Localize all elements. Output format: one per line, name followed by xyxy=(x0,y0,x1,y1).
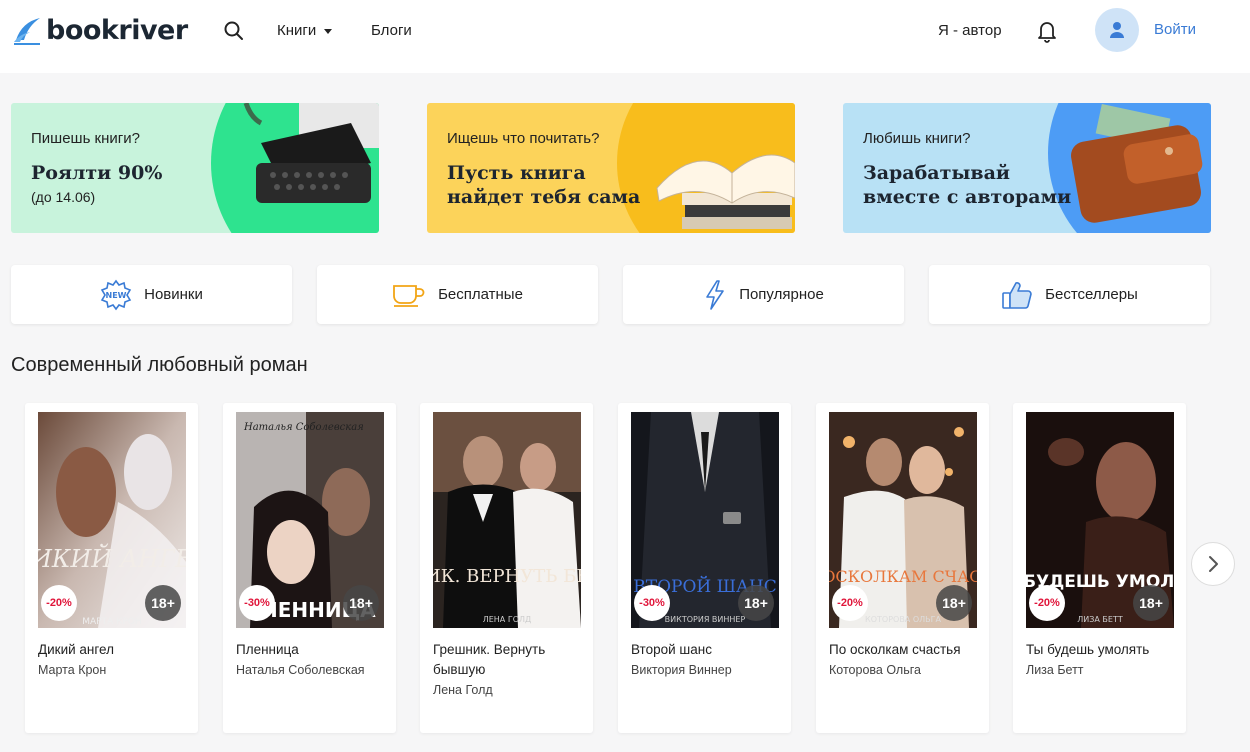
cover-author: Наталья Соболевская xyxy=(243,422,364,433)
discount-badge: -20% xyxy=(41,585,77,621)
banner-recommend-title-line1: Пусть книга xyxy=(447,162,586,184)
age-rating-badge: 18+ xyxy=(1133,585,1169,621)
banner-recommend-title: Пусть книга найдет тебя сама xyxy=(447,161,640,209)
cover-author: МАРТА КРОН xyxy=(82,617,142,627)
cover-author: ВИКТОРИЯ ВИННЕР xyxy=(665,615,746,624)
book-author[interactable]: Лена Голд xyxy=(433,683,493,697)
chevron-down-icon xyxy=(324,29,333,34)
logo-text: bookriver xyxy=(46,14,188,46)
book-cover[interactable]: ТЫ БУДЕШЬ УМОЛЯТЬ ЛИЗА БЕТТ -20% 18+ xyxy=(1026,412,1174,628)
banner-earn-title: Зарабатывай вместе с авторами xyxy=(863,161,1071,209)
carousel-next-button[interactable] xyxy=(1191,542,1235,586)
book-card[interactable]: ГРЕШНИК. ВЕРНУТЬ БЫВШУЮ ЛЕНА ГОЛД Грешни… xyxy=(420,403,593,733)
bell-icon[interactable] xyxy=(1036,19,1058,43)
age-rating-badge: 18+ xyxy=(738,585,774,621)
cover-author: КОТОРОВА ОЛЬГА xyxy=(865,615,941,624)
book-card[interactable]: ДИКИЙ АНГЕЛ МАРТА КРОН -20% 18+ Дикий ан… xyxy=(25,403,198,733)
top-header: bookriver Книги Блоги Я - автор Войти xyxy=(0,0,1250,73)
age-rating-badge: 18+ xyxy=(343,585,379,621)
new-badge-icon: NEW xyxy=(100,279,132,310)
banner-earn-title-line2: вместе с авторами xyxy=(863,186,1072,208)
thumbs-up-icon xyxy=(1002,281,1032,309)
section-title: Современный любовный роман xyxy=(11,354,308,376)
logo[interactable]: bookriver xyxy=(12,14,188,46)
age-rating-badge: 18+ xyxy=(145,585,181,621)
lightning-icon xyxy=(706,279,724,310)
book-author[interactable]: Которова Ольга xyxy=(829,663,921,677)
category-bestsellers[interactable]: Бестселлеры xyxy=(929,265,1210,324)
category-new-label: Новинки xyxy=(144,286,203,303)
banner-earn-title-line1: Зарабатывай xyxy=(863,162,1011,184)
book-cover[interactable]: Наталья Соболевская ПЛЕННИЦА -30% 18+ xyxy=(236,412,384,628)
book-title[interactable]: Дикий ангел xyxy=(38,640,188,660)
avatar[interactable] xyxy=(1095,8,1139,52)
cover-author: ЛИЗА БЕТТ xyxy=(1077,615,1123,624)
svg-text:NEW: NEW xyxy=(106,291,127,300)
chevron-right-icon xyxy=(1209,556,1218,572)
discount-badge: -20% xyxy=(832,585,868,621)
book-title[interactable]: Второй шанс xyxy=(631,640,781,660)
banner-royalty-title: Роялти 90% xyxy=(31,162,163,184)
category-free-label: Бесплатные xyxy=(438,286,523,303)
category-popular-label: Популярное xyxy=(739,286,824,303)
book-author[interactable]: Лиза Бетт xyxy=(1026,663,1084,677)
banner-recommend[interactable]: Ищешь что почитать? Пусть книга найдет т… xyxy=(427,103,795,233)
cover-title: ДИКИЙ АНГЕЛ xyxy=(38,543,186,573)
book-title[interactable]: Грешник. Вернуть бывшую xyxy=(433,640,583,680)
book-title[interactable]: Ты будешь умолять xyxy=(1026,640,1176,660)
book-cover[interactable]: ДИКИЙ АНГЕЛ МАРТА КРОН -20% 18+ xyxy=(38,412,186,628)
book-author[interactable]: Наталья Соболевская xyxy=(236,663,365,677)
logo-icon xyxy=(14,18,40,45)
discount-badge: -30% xyxy=(239,585,275,621)
cup-icon xyxy=(393,284,425,307)
nav-author-link[interactable]: Я - автор xyxy=(938,22,1002,39)
banner-recommend-title-line2: найдет тебя сама xyxy=(447,186,641,208)
book-cover[interactable]: ГРЕШНИК. ВЕРНУТЬ БЫВШУЮ ЛЕНА ГОЛД xyxy=(433,412,581,628)
banner-royalty-date: (до 14.06) xyxy=(31,189,96,205)
search-icon[interactable] xyxy=(223,20,245,42)
nav-books-label: Книги xyxy=(277,22,317,39)
discount-badge: -20% xyxy=(1029,585,1065,621)
user-icon xyxy=(1110,22,1124,38)
category-popular[interactable]: Популярное xyxy=(623,265,904,324)
banner-recommend-caption: Ищешь что почитать? xyxy=(447,130,600,147)
book-title[interactable]: Пленница xyxy=(236,640,386,660)
category-bestsellers-label: Бестселлеры xyxy=(1045,286,1138,303)
banner-earn-caption: Любишь книги? xyxy=(863,130,971,147)
cover-title: ГРЕШНИК. ВЕРНУТЬ БЫВШУЮ xyxy=(433,566,581,587)
book-title[interactable]: По осколкам счастья xyxy=(829,640,979,660)
banner-royalty-caption: Пишешь книги? xyxy=(31,130,140,147)
book-card[interactable]: Наталья Соболевская ПЛЕННИЦА -30% 18+ Пл… xyxy=(223,403,396,733)
cover-title: ПО ОСКОЛКАМ СЧАСТЬЯ xyxy=(829,567,977,586)
book-card[interactable]: ПО ОСКОЛКАМ СЧАСТЬЯ КОТОРОВА ОЛЬГА -20% … xyxy=(816,403,989,733)
nav-books-dropdown[interactable]: Книги xyxy=(277,22,333,39)
book-card[interactable]: ВТОРОЙ ШАНС ВИКТОРИЯ ВИННЕР -30% 18+ Вто… xyxy=(618,403,791,733)
banner-royalty[interactable]: Пишешь книги? Роялти 90% (до 14.06) xyxy=(11,103,379,233)
login-link[interactable]: Войти xyxy=(1154,21,1196,38)
book-author[interactable]: Марта Крон xyxy=(38,663,106,677)
book-cover[interactable]: ВТОРОЙ ШАНС ВИКТОРИЯ ВИННЕР -30% 18+ xyxy=(631,412,779,628)
cover-author: ЛЕНА ГОЛД xyxy=(483,615,532,624)
book-cover[interactable]: ПО ОСКОЛКАМ СЧАСТЬЯ КОТОРОВА ОЛЬГА -20% … xyxy=(829,412,977,628)
book-card[interactable]: ТЫ БУДЕШЬ УМОЛЯТЬ ЛИЗА БЕТТ -20% 18+ Ты … xyxy=(1013,403,1186,733)
nav-blogs-link[interactable]: Блоги xyxy=(371,22,412,39)
category-new[interactable]: NEW Новинки xyxy=(11,265,292,324)
book-author[interactable]: Виктория Виннер xyxy=(631,663,732,677)
category-free[interactable]: Бесплатные xyxy=(317,265,598,324)
banner-earn[interactable]: Любишь книги? Зарабатывай вместе с автор… xyxy=(843,103,1211,233)
discount-badge: -30% xyxy=(634,585,670,621)
age-rating-badge: 18+ xyxy=(936,585,972,621)
